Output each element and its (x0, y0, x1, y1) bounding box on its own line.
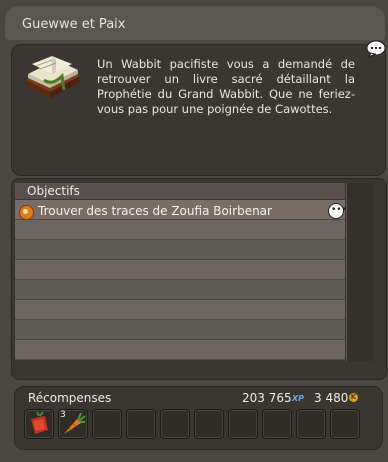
quest-objective-icon (19, 205, 34, 220)
reward-slot-empty (330, 409, 360, 439)
objective-row-empty (15, 220, 345, 240)
objective-row-empty (15, 340, 345, 360)
quest-title: Guewwe et Paix (22, 17, 126, 32)
xp-amount: 203 765 (242, 391, 292, 405)
reward-slot-empty (262, 409, 292, 439)
reward-slot-empty (126, 409, 156, 439)
objective-row-empty (15, 240, 345, 260)
reward-slot-empty (92, 409, 122, 439)
speech-bubble-icon[interactable] (366, 40, 386, 58)
quest-panel: Guewwe et Paix Un Wabbit pacifiste vous … (0, 0, 388, 462)
reward-quantity: 3 (60, 410, 66, 420)
objective-row-empty (15, 320, 345, 340)
objective-label[interactable]: Trouver des traces de Zoufia Boirbenar (38, 204, 272, 218)
objective-dialog-icon[interactable]: ••• (328, 203, 347, 219)
kamas-amount: 3 480 (314, 391, 349, 405)
objectives-scrollbar[interactable] (346, 183, 373, 361)
rewards-title: Récompenses (28, 391, 112, 405)
reward-slot-1[interactable] (24, 409, 54, 439)
objective-row-empty (15, 280, 345, 300)
objective-row-empty (15, 260, 345, 280)
reward-slot-empty (228, 409, 258, 439)
reward-slot-empty (194, 409, 224, 439)
red-vegetable-icon (31, 411, 48, 434)
reward-slot-empty (296, 409, 326, 439)
objective-row-empty (15, 300, 345, 320)
objectives-title: Objectifs (27, 184, 80, 198)
quest-description: Un Wabbit pacifiste vous a demandé de re… (97, 57, 355, 116)
kamas-icon: K (349, 393, 358, 402)
objectives-list (15, 200, 345, 360)
book-icon (26, 56, 80, 98)
reward-slot-empty (160, 409, 190, 439)
xp-icon: XP (292, 394, 305, 403)
